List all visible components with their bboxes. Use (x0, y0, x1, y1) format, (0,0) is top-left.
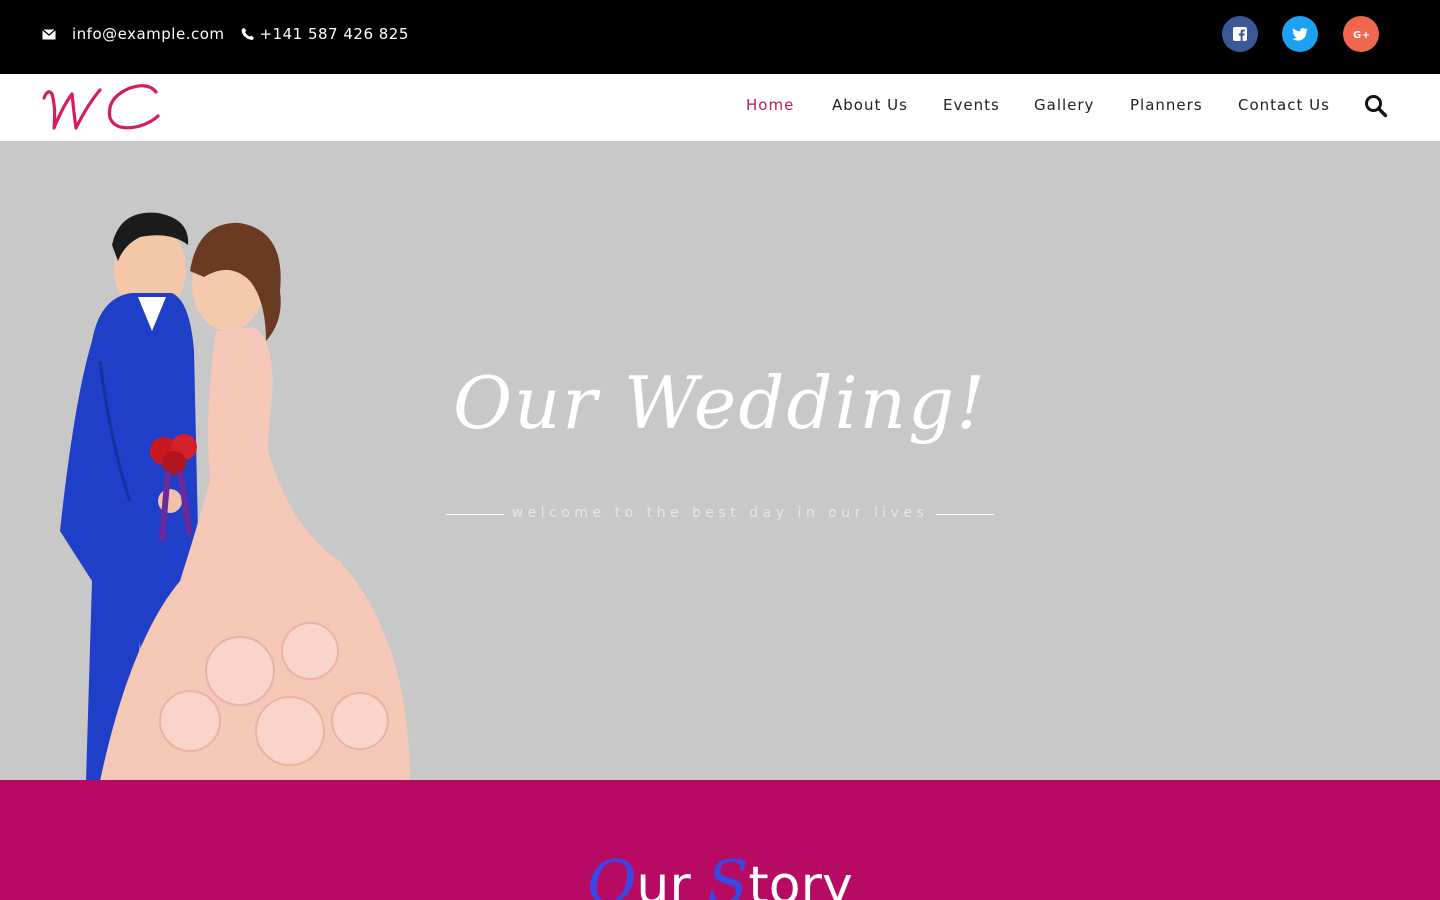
top-bar: info@example.com +141 587 426 825 G+ (0, 0, 1440, 74)
nav-contact-us[interactable]: Contact Us (1238, 96, 1330, 114)
hero-banner: Our Wedding! welcome to the best day in … (0, 141, 1440, 780)
story-title-rest-2: tory (748, 856, 853, 900)
twitter-icon[interactable] (1282, 16, 1318, 52)
envelope-icon (41, 26, 57, 42)
phone-link[interactable]: +141 587 426 825 (260, 25, 409, 43)
hero-divider-right (936, 514, 994, 515)
hero-title: Our Wedding! (452, 361, 988, 445)
google-plus-icon[interactable]: G+ (1343, 16, 1379, 52)
story-title-rest-1: ur (636, 856, 691, 900)
our-story-section: Our Story (0, 780, 1440, 900)
brand-logo[interactable] (38, 78, 164, 136)
nav-gallery[interactable]: Gallery (1034, 96, 1094, 114)
couple-image (60, 212, 410, 780)
search-icon[interactable] (1364, 94, 1388, 118)
main-navbar: Home About Us Events Gallery Planners Co… (0, 74, 1440, 141)
facebook-icon[interactable] (1222, 16, 1258, 52)
story-title-initial-o: O (587, 848, 637, 900)
nav-about-us[interactable]: About Us (832, 96, 908, 114)
nav-events[interactable]: Events (943, 96, 1000, 114)
contact-info: info@example.com +141 587 426 825 (41, 25, 409, 43)
nav-planners[interactable]: Planners (1130, 96, 1203, 114)
story-title: Our Story (0, 848, 1440, 900)
nav-home[interactable]: Home (746, 96, 794, 114)
story-title-initial-s: S (707, 848, 749, 900)
hero-subtitle: welcome to the best day in our lives (511, 505, 929, 521)
svg-text:G+: G+ (1353, 30, 1369, 41)
phone-icon (240, 26, 256, 42)
hero-divider-left (446, 514, 504, 515)
email-link[interactable]: info@example.com (72, 25, 225, 43)
